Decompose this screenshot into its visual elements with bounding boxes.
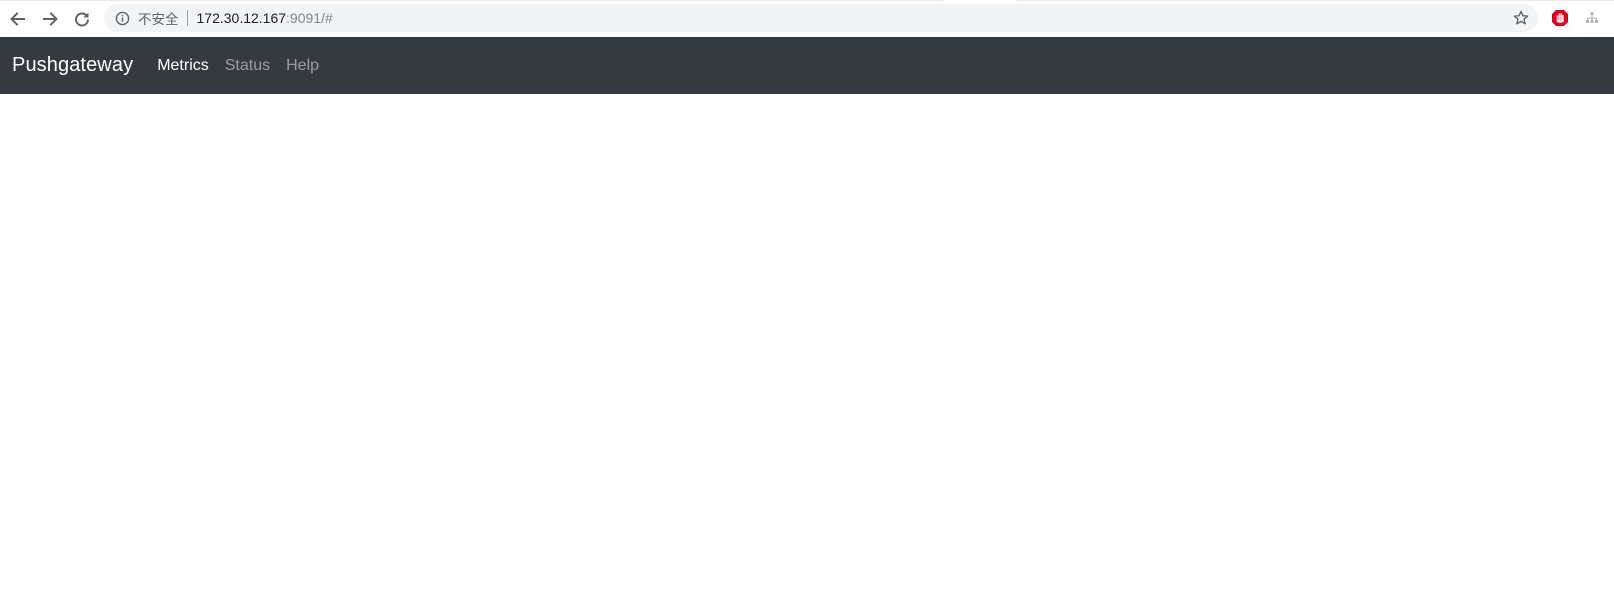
url-path[interactable]: :9091/# bbox=[286, 10, 333, 26]
main-content bbox=[0, 94, 1614, 590]
arrow-right-icon bbox=[43, 11, 58, 26]
tab-strip-edge bbox=[0, 0, 1614, 1]
active-tab-edge bbox=[943, 0, 1017, 1]
navbar-brand[interactable]: Pushgateway bbox=[12, 54, 133, 77]
bookmark-star-icon[interactable] bbox=[1512, 9, 1530, 27]
network-tree-icon[interactable] bbox=[1584, 10, 1600, 26]
nav-link-help[interactable]: Help bbox=[286, 57, 319, 75]
nav-link-metrics[interactable]: Metrics bbox=[157, 57, 209, 75]
nav-link-status[interactable]: Status bbox=[225, 57, 270, 75]
url-host[interactable]: 172.30.12.167 bbox=[197, 10, 287, 26]
arrow-left-icon bbox=[10, 11, 25, 26]
forward-button[interactable] bbox=[34, 3, 66, 35]
reload-button[interactable] bbox=[66, 3, 98, 35]
red-shield-hand-icon[interactable] bbox=[1550, 8, 1570, 28]
address-bar[interactable]: 不安全 172.30.12.167 :9091/# bbox=[104, 4, 1538, 32]
omnibox-divider bbox=[186, 10, 188, 26]
security-status-label[interactable]: 不安全 bbox=[138, 8, 179, 28]
reload-icon bbox=[75, 12, 89, 26]
info-icon[interactable] bbox=[114, 10, 130, 26]
pushgateway-navbar: Pushgateway Metrics Status Help bbox=[0, 37, 1614, 94]
back-button[interactable] bbox=[2, 3, 34, 35]
browser-toolbar: 不安全 172.30.12.167 :9091/# bbox=[0, 0, 1614, 37]
